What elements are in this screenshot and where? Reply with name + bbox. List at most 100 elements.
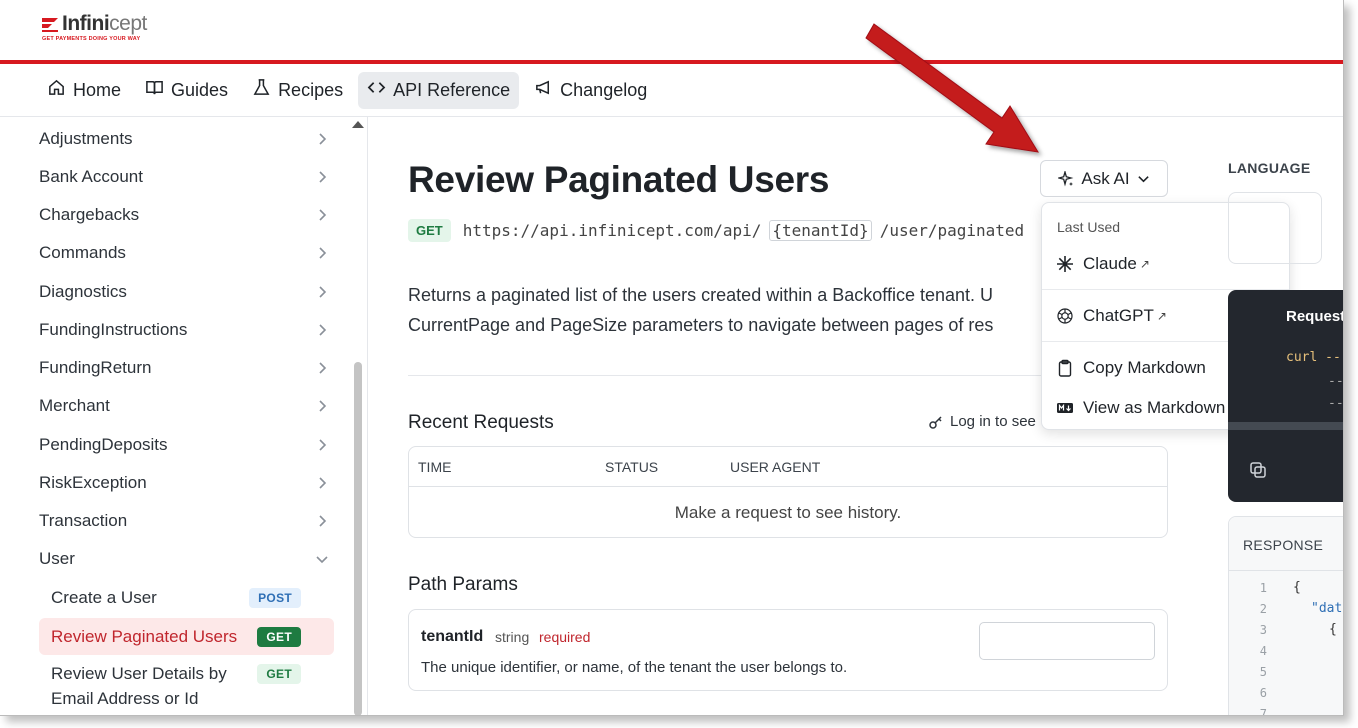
- tab-home[interactable]: Home: [38, 72, 130, 109]
- sidebar-item-commands[interactable]: Commands: [39, 235, 329, 271]
- tab-changelog-label: Changelog: [560, 79, 648, 100]
- menu-item-claude[interactable]: Claude ↗: [1056, 254, 1150, 274]
- endpoint-url: GET https://api.infinicept.com/api/ {tena…: [408, 219, 1024, 242]
- sidebar-subitem-review-paginated-users[interactable]: Review Paginated Users GET: [39, 618, 334, 655]
- recent-requests-title: Recent Requests: [408, 412, 554, 433]
- flask-icon: [252, 78, 271, 102]
- sidebar-item-label: Bank Account: [39, 167, 143, 186]
- param-description: The unique identifier, or name, of the t…: [421, 659, 848, 676]
- browser-viewport: Infini cept GET PAYMENTS DOING YOUR WAY H…: [0, 0, 1344, 716]
- sidebar-scrollbar[interactable]: [354, 362, 362, 715]
- sidebar-subitem-label: Review User Details by Email Address or …: [51, 661, 227, 711]
- megaphone-icon: [534, 78, 553, 102]
- menu-item-label: Claude: [1083, 254, 1137, 273]
- sidebar-item-transaction[interactable]: Transaction: [39, 503, 329, 539]
- method-badge: GET: [408, 219, 451, 242]
- sidebar-item-risk-exception[interactable]: RiskException: [39, 465, 329, 501]
- response-code-line: "dat: [1311, 601, 1343, 616]
- menu-item-label: Copy Markdown: [1083, 358, 1206, 377]
- line-number: 6: [1259, 686, 1267, 700]
- ask-ai-button[interactable]: Ask AI: [1040, 160, 1168, 197]
- markdown-icon: [1057, 403, 1073, 413]
- tab-recipes[interactable]: Recipes: [243, 72, 352, 109]
- code-panel-title: Request: [1286, 308, 1344, 325]
- method-badge: GET: [257, 626, 301, 647]
- column-header-user-agent: USER AGENT: [730, 459, 821, 475]
- copy-code-button[interactable]: [1248, 460, 1268, 485]
- column-header-time: TIME: [418, 459, 452, 475]
- column-header-status: STATUS: [605, 459, 659, 475]
- sidebar-item-label: Transaction: [39, 511, 128, 530]
- sidebar-item-funding-instructions[interactable]: FundingInstructions: [39, 312, 329, 348]
- sidebar-subitem-label-line1: Review User Details by: [51, 664, 227, 683]
- menu-item-chatgpt[interactable]: ChatGPT ↗: [1056, 306, 1167, 326]
- language-label: LANGUAGE: [1228, 160, 1311, 176]
- response-panel: RESPONSE 1 { 2 "dat 3 { 4 5 6 7: [1228, 516, 1343, 716]
- description-line: CurrentPage and PageSize parameters to n…: [408, 315, 994, 335]
- code-icon: [367, 78, 386, 102]
- code-scrollbar[interactable]: [1228, 422, 1343, 430]
- sidebar-item-user[interactable]: User: [39, 541, 329, 577]
- language-selector[interactable]: [1228, 192, 1322, 264]
- sidebar-item-pending-deposits[interactable]: PendingDeposits: [39, 427, 329, 463]
- chevron-right-icon: [319, 400, 327, 412]
- path-params-title: Path Params: [408, 574, 518, 595]
- annotation-arrow-icon: [865, 23, 1039, 153]
- header: Infini cept GET PAYMENTS DOING YOUR WAY: [0, 0, 1343, 60]
- param-type: string: [495, 629, 530, 645]
- response-label: RESPONSE: [1229, 517, 1343, 571]
- line-number: 7: [1259, 707, 1267, 716]
- chevron-right-icon: [319, 324, 327, 336]
- sidebar-subitem-create-user[interactable]: Create a User POST: [39, 580, 334, 616]
- response-code-line: {: [1293, 580, 1301, 595]
- url-prefix: https://api.infinicept.com/api/: [462, 221, 762, 240]
- sidebar-item-funding-return[interactable]: FundingReturn: [39, 350, 329, 386]
- method-badge: POST: [249, 588, 301, 608]
- sidebar-item-label: User: [39, 549, 75, 568]
- table-header: TIME STATUS USER AGENT: [409, 447, 1167, 487]
- chevron-down-icon: [1137, 176, 1149, 183]
- login-to-see-link[interactable]: Log in to see: [928, 413, 1036, 430]
- chevron-right-icon: [319, 247, 327, 259]
- sidebar-item-label: FundingInstructions: [39, 320, 188, 339]
- menu-item-label: ChatGPT: [1083, 306, 1154, 325]
- sidebar-item-adjustments[interactable]: Adjustments: [39, 121, 329, 157]
- sidebar-subitem-label: Create a User: [51, 588, 157, 607]
- sidebar-item-merchant[interactable]: Merchant: [39, 388, 329, 424]
- line-number: 5: [1259, 665, 1267, 679]
- tab-guides-label: Guides: [171, 79, 229, 100]
- tenant-id-input[interactable]: [979, 622, 1155, 660]
- sidebar-item-chargebacks[interactable]: Chargebacks: [39, 197, 329, 233]
- tab-guides[interactable]: Guides: [136, 72, 237, 109]
- line-number: 2: [1259, 602, 1267, 616]
- sidebar-item-label: Merchant: [39, 396, 110, 415]
- login-to-see-label: Log in to see: [950, 413, 1036, 430]
- dropdown-section-label: Last Used: [1057, 219, 1121, 235]
- menu-item-copy-markdown[interactable]: Copy Markdown: [1056, 358, 1206, 378]
- logo[interactable]: Infini cept GET PAYMENTS DOING YOUR WAY: [40, 12, 147, 42]
- page-title: Review Paginated Users: [408, 159, 830, 200]
- menu-item-view-markdown[interactable]: View as Markdown: [1056, 398, 1225, 418]
- description-line: Returns a paginated list of the users cr…: [408, 285, 993, 305]
- sidebar-subitem-review-user-details[interactable]: Review User Details by Email Address or …: [39, 660, 334, 712]
- tab-changelog[interactable]: Changelog: [525, 72, 656, 109]
- book-icon: [145, 78, 164, 102]
- sidebar-item-label: RiskException: [39, 473, 147, 492]
- code-line: curl --: [1286, 350, 1341, 365]
- external-link-icon: ↗: [1156, 309, 1167, 323]
- scroll-up-arrow-icon[interactable]: [352, 121, 364, 128]
- recent-requests-table: TIME STATUS USER AGENT Make a request to…: [408, 446, 1168, 538]
- line-number: 3: [1259, 623, 1267, 637]
- sidebar-item-bank-account[interactable]: Bank Account: [39, 159, 329, 195]
- top-nav: Home Guides Recipes API Reference Change…: [0, 64, 1343, 117]
- sidebar-item-label: Chargebacks: [39, 205, 140, 224]
- logo-text-part2: cept: [109, 12, 147, 35]
- chevron-right-icon: [319, 477, 327, 489]
- tab-api-reference[interactable]: API Reference: [358, 71, 520, 109]
- claude-icon: [1057, 256, 1073, 272]
- sidebar-item-diagnostics[interactable]: Diagnostics: [39, 274, 329, 310]
- tab-home-label: Home: [73, 79, 122, 100]
- sidebar-item-label: Commands: [39, 243, 126, 262]
- logo-text-part1: Infini: [62, 12, 110, 35]
- chevron-right-icon: [319, 439, 327, 451]
